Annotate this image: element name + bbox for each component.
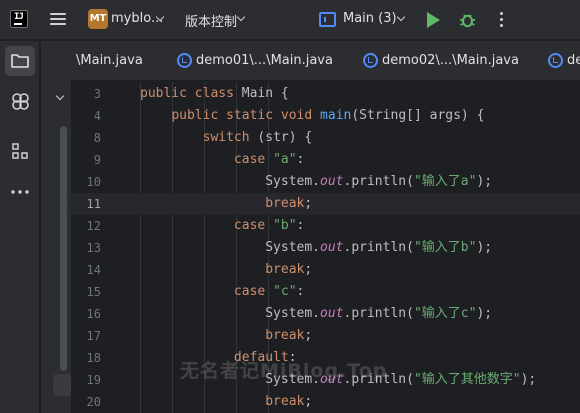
code-text[interactable]: break; xyxy=(140,193,312,215)
code-line[interactable]: 13 System.out.println("输入了b"); xyxy=(71,237,580,259)
line-number[interactable]: 11 xyxy=(71,193,101,215)
title-bar: IJ MT myblo... 版本控制 Main (3) xyxy=(0,0,580,40)
code-text[interactable]: System.out.println("输入了b"); xyxy=(140,237,492,259)
line-number[interactable]: 8 xyxy=(71,127,101,149)
line-number[interactable]: 20 xyxy=(71,391,101,413)
line-number[interactable]: 10 xyxy=(71,171,101,193)
code-text[interactable]: break; xyxy=(140,259,312,281)
code-line[interactable]: 3 public class Main { xyxy=(71,83,580,105)
code-line[interactable]: 9 case "a": xyxy=(71,149,580,171)
folder-icon[interactable] xyxy=(5,46,35,76)
code-text[interactable]: System.out.println("输入了c"); xyxy=(140,303,492,325)
run-config-selector[interactable]: Main (3) xyxy=(343,11,397,26)
project-panel xyxy=(41,41,71,413)
project-name[interactable]: myblo... xyxy=(111,11,163,26)
vcs-menu[interactable]: 版本控制 xyxy=(185,11,237,30)
line-number[interactable]: 4 xyxy=(71,105,101,127)
services-icon[interactable] xyxy=(5,86,35,116)
tab-main-java[interactable]: \Main.java xyxy=(76,53,143,68)
watermark: 无名者记MiBlog.Top xyxy=(180,360,388,382)
line-number[interactable]: 17 xyxy=(71,325,101,347)
line-number[interactable]: 12 xyxy=(71,215,101,237)
tab-demo01-main-java[interactable]: demo01\...\Main.java xyxy=(196,53,333,68)
code-text[interactable]: break; xyxy=(140,325,312,347)
code-line[interactable]: 16 System.out.println("输入了c"); xyxy=(71,303,580,325)
code-line[interactable]: 8 switch (str) { xyxy=(71,127,580,149)
line-number[interactable]: 3 xyxy=(71,83,101,105)
line-number[interactable]: 19 xyxy=(71,369,101,391)
line-number[interactable]: 15 xyxy=(71,281,101,303)
chevron-down-icon[interactable] xyxy=(55,91,65,101)
line-number[interactable]: 14 xyxy=(71,259,101,281)
code-text[interactable]: case "c": xyxy=(140,281,304,303)
code-text[interactable]: public static void main(String[] args) { xyxy=(140,105,484,127)
code-text[interactable]: switch (str) { xyxy=(140,127,313,149)
chevron-down-icon[interactable] xyxy=(396,12,406,22)
java-class-icon xyxy=(548,53,563,68)
panel-horizontal-scrollbar[interactable] xyxy=(53,374,71,396)
project-badge[interactable]: MT xyxy=(88,9,108,29)
tab-de[interactable]: de xyxy=(567,53,580,68)
line-number[interactable]: 16 xyxy=(71,303,101,325)
line-number[interactable]: 13 xyxy=(71,237,101,259)
java-class-icon xyxy=(363,53,378,68)
play-icon[interactable] xyxy=(427,12,440,28)
tool-window-stripe xyxy=(0,41,40,413)
more-vertical-icon[interactable] xyxy=(500,12,504,28)
code-text[interactable]: break; xyxy=(140,391,312,413)
code-line[interactable]: 12 case "b": xyxy=(71,215,580,237)
java-class-icon xyxy=(177,53,192,68)
line-number[interactable]: 9 xyxy=(71,149,101,171)
code-line[interactable]: 11 break; xyxy=(71,193,580,215)
code-text[interactable]: case "a": xyxy=(140,149,304,171)
structure-icon[interactable] xyxy=(5,136,35,166)
code-text[interactable]: System.out.println("输入了a"); xyxy=(140,171,492,193)
tab-demo02-main-java[interactable]: demo02\...\Main.java xyxy=(382,53,519,68)
editor-tabs: \Main.java demo01\...\Main.java demo02\.… xyxy=(71,41,580,81)
code-line[interactable]: 4 public static void main(String[] args)… xyxy=(71,105,580,127)
chevron-down-icon[interactable] xyxy=(236,12,246,22)
code-line[interactable]: 17 break; xyxy=(71,325,580,347)
code-line[interactable]: 10 System.out.println("输入了a"); xyxy=(71,171,580,193)
code-line[interactable]: 14 break; xyxy=(71,259,580,281)
code-line[interactable]: 15 case "c": xyxy=(71,281,580,303)
code-text[interactable]: public class Main { xyxy=(140,83,289,105)
hamburger-icon[interactable] xyxy=(50,12,66,26)
more-horizontal-icon[interactable] xyxy=(5,177,35,207)
run-config-icon[interactable] xyxy=(319,12,336,27)
bug-icon[interactable] xyxy=(459,11,476,28)
intellij-icon[interactable]: IJ xyxy=(10,10,28,28)
panel-scrollbar[interactable] xyxy=(60,126,67,371)
code-line[interactable]: 20 break; xyxy=(71,391,580,413)
line-number[interactable]: 18 xyxy=(71,347,101,369)
code-text[interactable]: case "b": xyxy=(140,215,304,237)
